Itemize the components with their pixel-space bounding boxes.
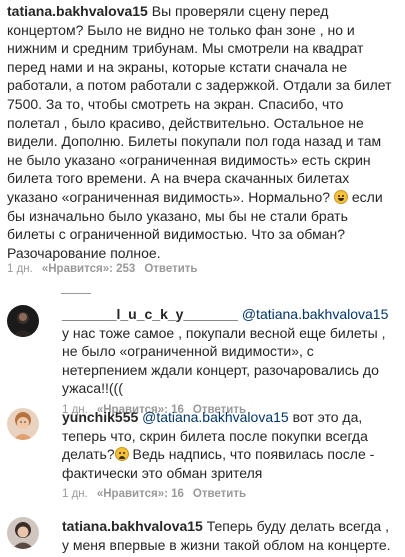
reply-text-block: _______l_u_c_k_y_______ @tatiana.bakhval… [62, 305, 399, 398]
reply-text: у нас тоже самое , покупали весной еще б… [62, 324, 386, 397]
reply-username[interactable]: tatiana.bakhvalova15 [62, 518, 203, 534]
main-comment-time[interactable]: 1 дн. [7, 263, 33, 275]
main-comment-reply-button[interactable]: Ответить [144, 263, 197, 275]
grinning-sweat-emoji-icon [333, 189, 348, 204]
reply-text-block: yunchik555 @tatiana.bakhvalova15 вот это… [62, 408, 399, 482]
reply-username[interactable]: yunchik555 [62, 409, 138, 425]
replies-divider [61, 293, 91, 294]
reply-username[interactable]: _______l_u_c_k_y_______ [62, 306, 238, 322]
reply-mention[interactable]: @tatiana.bakhvalova15 [142, 409, 289, 425]
main-comment-likes[interactable]: «Нравится»: 253 [42, 263, 135, 275]
reply-time[interactable]: 1 дн. [62, 488, 88, 500]
avatar[interactable] [7, 517, 39, 549]
reply-reply-button[interactable]: Ответить [193, 488, 246, 500]
reply-meta: 1 дн. «Нравится»: 16 Ответить [62, 488, 399, 500]
reply-text-block: tatiana.bakhvalova15 Теперь буду делать … [62, 517, 399, 554]
reply-likes[interactable]: «Нравится»: 16 [97, 488, 184, 500]
avatar[interactable] [7, 305, 39, 337]
main-comment-meta: 1 дн. «Нравится»: 253 Ответить [7, 263, 206, 275]
avatar[interactable] [7, 408, 39, 440]
reply-mention[interactable]: @tatiana.bakhvalova15 [242, 306, 389, 322]
main-comment-username[interactable]: tatiana.bakhvalova15 [7, 3, 148, 19]
main-comment-text: Вы проверяли сцену перед концертом? Было… [7, 3, 392, 205]
worried-face-emoji-icon [114, 447, 129, 462]
main-comment: tatiana.bakhvalova15 Вы проверяли сцену … [7, 2, 399, 262]
